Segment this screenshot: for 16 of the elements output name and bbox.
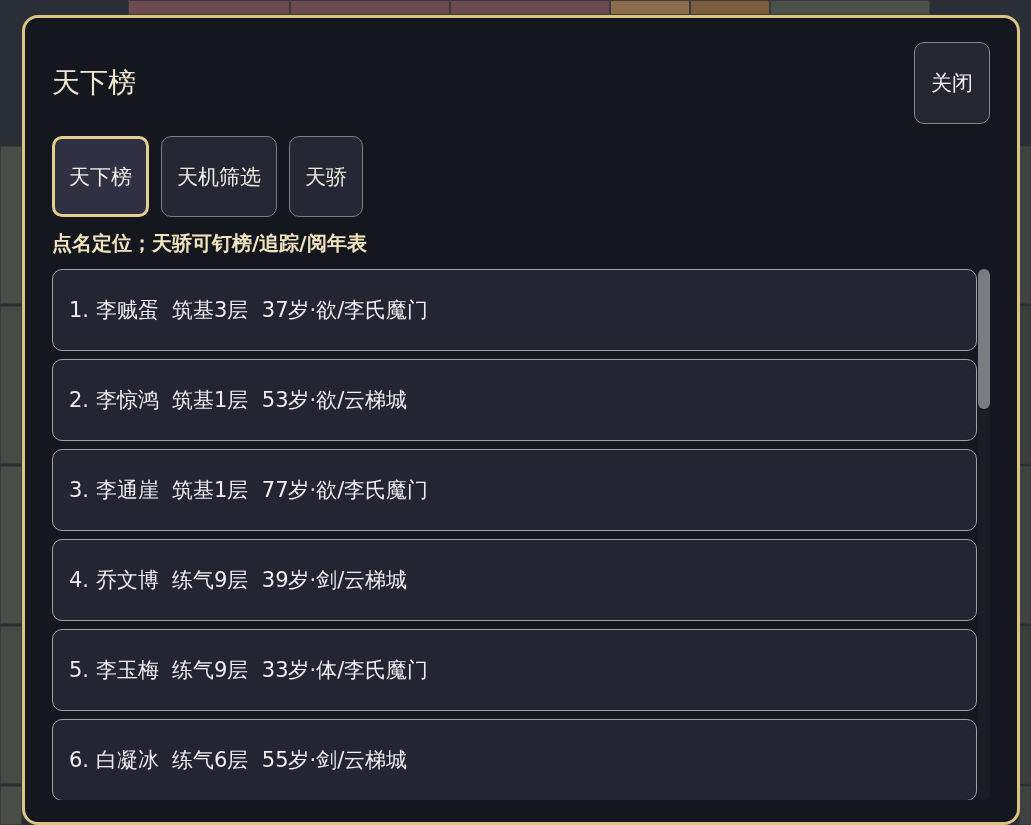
- ranking-row[interactable]: 5. 李玉梅 练气9层 33岁·体/李氏魔门: [52, 629, 977, 711]
- ranking-row[interactable]: 2. 李惊鸿 筑基1层 53岁·欲/云梯城: [52, 359, 977, 441]
- hint-text: 点名定位；天骄可钉榜/追踪/阅年表: [52, 230, 368, 257]
- map-tile: [0, 786, 22, 825]
- tab[interactable]: 天骄: [289, 136, 363, 217]
- ranking-row[interactable]: 1. 李贼蛋 筑基3层 37岁·欲/李氏魔门: [52, 269, 977, 351]
- ranking-row[interactable]: 6. 白凝冰 练气6层 55岁·剑/云梯城: [52, 719, 977, 800]
- ranking-row[interactable]: 4. 乔文博 练气9层 39岁·剑/云梯城: [52, 539, 977, 621]
- close-button[interactable]: 关闭: [914, 42, 990, 124]
- tab[interactable]: 天机筛选: [161, 136, 277, 217]
- scrollbar-thumb[interactable]: [978, 269, 990, 409]
- ranking-row[interactable]: 3. 李通崖 筑基1层 77岁·欲/李氏魔门: [52, 449, 977, 531]
- dialog-title: 天下榜: [52, 66, 136, 100]
- scrollbar-track[interactable]: [978, 269, 990, 800]
- map-tile: [1019, 786, 1031, 825]
- tab[interactable]: 天下榜: [52, 136, 149, 217]
